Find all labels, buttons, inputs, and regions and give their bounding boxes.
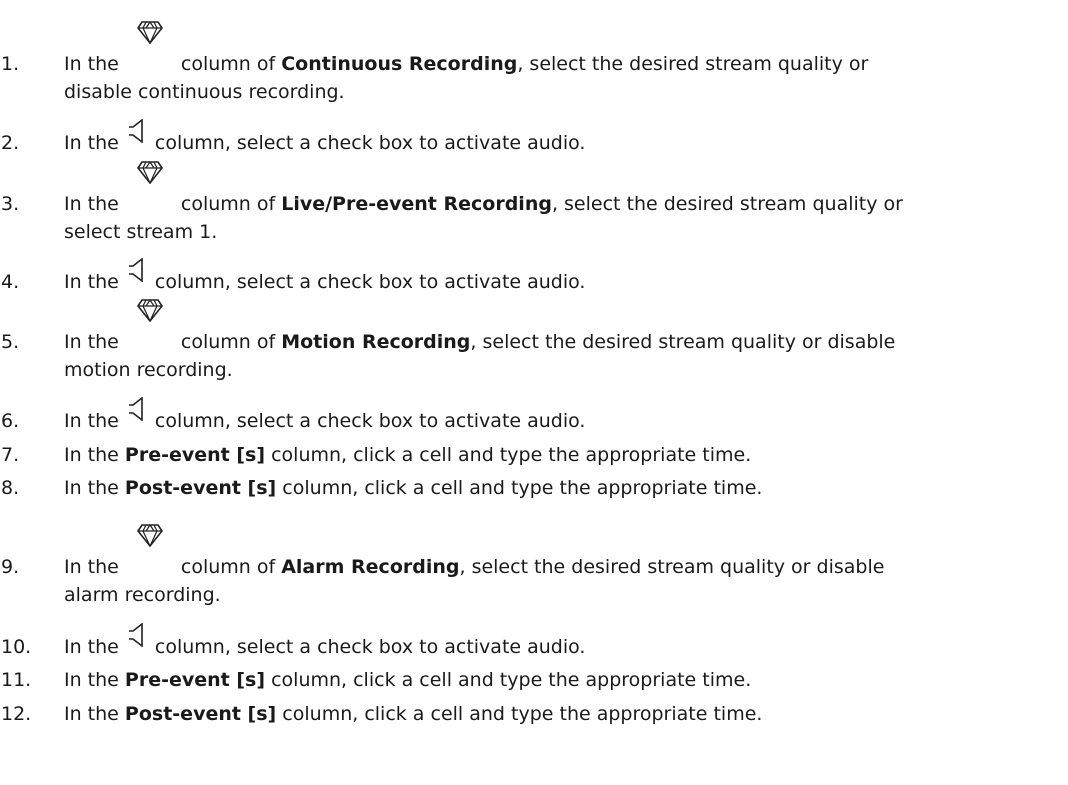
diamond-icon [136,161,163,184]
step-number: 1. [1,53,20,75]
step-number: 8. [1,477,20,499]
speaker-icon [128,623,143,647]
step-number: 10. [1,636,32,658]
step-number: 7. [1,444,20,466]
step-number: 6. [1,410,20,432]
step-number: 2. [1,132,20,154]
step-number: 5. [1,331,20,353]
step-number: 11. [1,669,32,691]
speaker-icon [128,258,143,282]
diamond-icon [136,21,163,44]
speaker-icon [128,119,143,143]
diamond-icon [136,299,163,322]
step-number: 3. [1,193,20,215]
step-text: In the [64,53,119,75]
step-number: 9. [1,556,20,578]
step-number: 12. [1,703,32,725]
diamond-icon [136,524,163,547]
speaker-icon [128,397,143,421]
step-number: 4. [1,271,20,293]
section-name: Continuous Recording [281,53,518,75]
